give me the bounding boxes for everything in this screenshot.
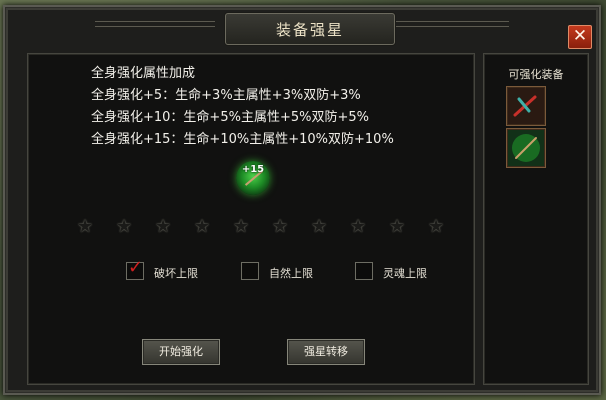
equipment-slot[interactable] [506, 128, 546, 168]
bonus-heading: 全身强化属性加成 [91, 66, 196, 81]
equipment-slot[interactable] [506, 86, 546, 126]
title-bar: 装备强星 [225, 13, 395, 45]
close-icon: ✕ [572, 26, 588, 46]
equipment-level: +15 [241, 164, 265, 175]
star-icon: ★ [272, 216, 289, 237]
close-button[interactable]: ✕ [568, 25, 592, 49]
title-decoration-left [95, 21, 215, 27]
enhanceable-equipment-panel: 可强化装备 [483, 53, 589, 385]
star-icon: ★ [116, 216, 133, 237]
star-icon: ★ [311, 216, 328, 237]
star-icon: ★ [389, 216, 406, 237]
window-title: 装备强星 [275, 21, 344, 39]
red-dagger-icon [513, 95, 537, 117]
star-icon: ★ [155, 216, 172, 237]
star-icon: ★ [350, 216, 367, 237]
checkmark-icon: ✓ [128, 257, 144, 278]
star-icon: ★ [77, 216, 94, 237]
green-sword-icon [512, 134, 540, 162]
bonus-line: 全身强化+5：生命+3%主属性+3%双防+3% [91, 88, 361, 103]
star-transfer-button[interactable]: 强星转移 [287, 339, 365, 365]
star-row: ★ ★ ★ ★ ★ ★ ★ ★ ★ ★ [77, 216, 457, 237]
bonus-line: 全身强化+10：生命+5%主属性+5%双防+5% [91, 110, 369, 125]
star-icon: ★ [428, 216, 445, 237]
start-enhance-button[interactable]: 开始强化 [142, 339, 220, 365]
side-panel-title: 可强化装备 [508, 68, 564, 81]
option-label: 灵魂上限 [383, 267, 427, 280]
option-label: 自然上限 [269, 267, 313, 280]
star-icon: ★ [194, 216, 211, 237]
title-decoration-right [389, 21, 509, 27]
checkbox[interactable] [241, 262, 259, 280]
checkbox[interactable]: ✓ [126, 257, 144, 280]
target-equipment-slot[interactable]: +15 [236, 161, 270, 195]
bonus-line: 全身强化+15：生命+10%主属性+10%双防+10% [91, 132, 394, 147]
star-icon: ★ [233, 216, 250, 237]
equip-star-window: 装备强星 ✕ 全身强化属性加成 全身强化+5：生命+3%主属性+3%双防+3% … [3, 5, 601, 395]
option-label: 破坏上限 [154, 267, 198, 280]
checkbox[interactable] [355, 262, 373, 280]
bonus-info: 全身强化属性加成 全身强化+5：生命+3%主属性+3%双防+3% 全身强化+10… [91, 63, 394, 151]
